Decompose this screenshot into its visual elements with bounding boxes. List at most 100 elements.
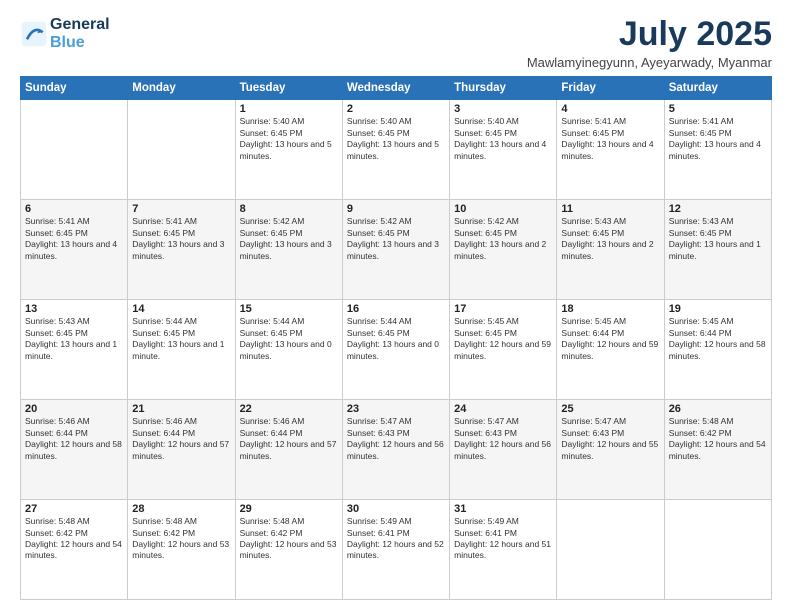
table-row: 4Sunrise: 5:41 AMSunset: 6:45 PMDaylight…	[557, 100, 664, 200]
day-info: Sunrise: 5:41 AMSunset: 6:45 PMDaylight:…	[561, 116, 659, 162]
day-number: 12	[669, 203, 767, 215]
day-info: Sunrise: 5:47 AMSunset: 6:43 PMDaylight:…	[347, 416, 445, 462]
day-number: 26	[669, 403, 767, 415]
day-info: Sunrise: 5:40 AMSunset: 6:45 PMDaylight:…	[454, 116, 552, 162]
day-info: Sunrise: 5:42 AMSunset: 6:45 PMDaylight:…	[347, 216, 445, 262]
day-info: Sunrise: 5:48 AMSunset: 6:42 PMDaylight:…	[669, 416, 767, 462]
day-header-saturday: Saturday	[664, 77, 771, 100]
table-row	[21, 100, 128, 200]
day-number: 14	[132, 303, 230, 315]
day-header-wednesday: Wednesday	[342, 77, 449, 100]
table-row: 9Sunrise: 5:42 AMSunset: 6:45 PMDaylight…	[342, 200, 449, 300]
table-row: 6Sunrise: 5:41 AMSunset: 6:45 PMDaylight…	[21, 200, 128, 300]
table-row: 17Sunrise: 5:45 AMSunset: 6:45 PMDayligh…	[450, 300, 557, 400]
day-number: 29	[240, 503, 338, 515]
day-number: 22	[240, 403, 338, 415]
table-row: 3Sunrise: 5:40 AMSunset: 6:45 PMDaylight…	[450, 100, 557, 200]
day-number: 8	[240, 203, 338, 215]
table-row: 13Sunrise: 5:43 AMSunset: 6:45 PMDayligh…	[21, 300, 128, 400]
day-number: 30	[347, 503, 445, 515]
table-row: 14Sunrise: 5:44 AMSunset: 6:45 PMDayligh…	[128, 300, 235, 400]
day-number: 19	[669, 303, 767, 315]
day-info: Sunrise: 5:43 AMSunset: 6:45 PMDaylight:…	[669, 216, 767, 262]
table-row: 22Sunrise: 5:46 AMSunset: 6:44 PMDayligh…	[235, 400, 342, 500]
logo-icon	[20, 20, 48, 48]
table-row	[664, 500, 771, 600]
day-info: Sunrise: 5:47 AMSunset: 6:43 PMDaylight:…	[561, 416, 659, 462]
day-info: Sunrise: 5:49 AMSunset: 6:41 PMDaylight:…	[454, 516, 552, 562]
day-number: 10	[454, 203, 552, 215]
day-info: Sunrise: 5:44 AMSunset: 6:45 PMDaylight:…	[347, 316, 445, 362]
day-info: Sunrise: 5:45 AMSunset: 6:44 PMDaylight:…	[669, 316, 767, 362]
table-row: 23Sunrise: 5:47 AMSunset: 6:43 PMDayligh…	[342, 400, 449, 500]
day-number: 18	[561, 303, 659, 315]
day-number: 1	[240, 103, 338, 115]
table-row: 11Sunrise: 5:43 AMSunset: 6:45 PMDayligh…	[557, 200, 664, 300]
day-info: Sunrise: 5:49 AMSunset: 6:41 PMDaylight:…	[347, 516, 445, 562]
day-number: 13	[25, 303, 123, 315]
day-number: 21	[132, 403, 230, 415]
day-info: Sunrise: 5:48 AMSunset: 6:42 PMDaylight:…	[240, 516, 338, 562]
day-header-thursday: Thursday	[450, 77, 557, 100]
table-row: 30Sunrise: 5:49 AMSunset: 6:41 PMDayligh…	[342, 500, 449, 600]
day-info: Sunrise: 5:43 AMSunset: 6:45 PMDaylight:…	[25, 316, 123, 362]
day-number: 7	[132, 203, 230, 215]
day-info: Sunrise: 5:43 AMSunset: 6:45 PMDaylight:…	[561, 216, 659, 262]
day-header-friday: Friday	[557, 77, 664, 100]
day-info: Sunrise: 5:44 AMSunset: 6:45 PMDaylight:…	[132, 316, 230, 362]
table-row: 29Sunrise: 5:48 AMSunset: 6:42 PMDayligh…	[235, 500, 342, 600]
day-info: Sunrise: 5:41 AMSunset: 6:45 PMDaylight:…	[25, 216, 123, 262]
day-header-monday: Monday	[128, 77, 235, 100]
day-number: 9	[347, 203, 445, 215]
day-number: 15	[240, 303, 338, 315]
day-number: 25	[561, 403, 659, 415]
day-number: 6	[25, 203, 123, 215]
day-info: Sunrise: 5:42 AMSunset: 6:45 PMDaylight:…	[240, 216, 338, 262]
month-title: July 2025	[527, 16, 772, 53]
day-number: 23	[347, 403, 445, 415]
day-header-sunday: Sunday	[21, 77, 128, 100]
day-info: Sunrise: 5:48 AMSunset: 6:42 PMDaylight:…	[132, 516, 230, 562]
day-info: Sunrise: 5:42 AMSunset: 6:45 PMDaylight:…	[454, 216, 552, 262]
day-info: Sunrise: 5:41 AMSunset: 6:45 PMDaylight:…	[132, 216, 230, 262]
table-row: 10Sunrise: 5:42 AMSunset: 6:45 PMDayligh…	[450, 200, 557, 300]
day-info: Sunrise: 5:41 AMSunset: 6:45 PMDaylight:…	[669, 116, 767, 162]
day-info: Sunrise: 5:46 AMSunset: 6:44 PMDaylight:…	[25, 416, 123, 462]
table-row: 19Sunrise: 5:45 AMSunset: 6:44 PMDayligh…	[664, 300, 771, 400]
table-row: 16Sunrise: 5:44 AMSunset: 6:45 PMDayligh…	[342, 300, 449, 400]
day-number: 11	[561, 203, 659, 215]
day-number: 4	[561, 103, 659, 115]
day-number: 20	[25, 403, 123, 415]
day-number: 17	[454, 303, 552, 315]
day-info: Sunrise: 5:45 AMSunset: 6:44 PMDaylight:…	[561, 316, 659, 362]
subtitle: Mawlamyinegyunn, Ayeyarwady, Myanmar	[527, 55, 772, 70]
table-row: 20Sunrise: 5:46 AMSunset: 6:44 PMDayligh…	[21, 400, 128, 500]
table-row: 18Sunrise: 5:45 AMSunset: 6:44 PMDayligh…	[557, 300, 664, 400]
table-row: 24Sunrise: 5:47 AMSunset: 6:43 PMDayligh…	[450, 400, 557, 500]
table-row	[557, 500, 664, 600]
table-row: 15Sunrise: 5:44 AMSunset: 6:45 PMDayligh…	[235, 300, 342, 400]
day-info: Sunrise: 5:47 AMSunset: 6:43 PMDaylight:…	[454, 416, 552, 462]
day-info: Sunrise: 5:44 AMSunset: 6:45 PMDaylight:…	[240, 316, 338, 362]
table-row: 2Sunrise: 5:40 AMSunset: 6:45 PMDaylight…	[342, 100, 449, 200]
day-number: 2	[347, 103, 445, 115]
logo: General Blue	[20, 16, 110, 53]
logo-line1: General	[50, 16, 110, 34]
day-info: Sunrise: 5:40 AMSunset: 6:45 PMDaylight:…	[240, 116, 338, 162]
day-number: 27	[25, 503, 123, 515]
day-info: Sunrise: 5:45 AMSunset: 6:45 PMDaylight:…	[454, 316, 552, 362]
day-number: 31	[454, 503, 552, 515]
table-row: 1Sunrise: 5:40 AMSunset: 6:45 PMDaylight…	[235, 100, 342, 200]
table-row: 28Sunrise: 5:48 AMSunset: 6:42 PMDayligh…	[128, 500, 235, 600]
day-header-tuesday: Tuesday	[235, 77, 342, 100]
day-info: Sunrise: 5:46 AMSunset: 6:44 PMDaylight:…	[240, 416, 338, 462]
day-number: 28	[132, 503, 230, 515]
day-number: 24	[454, 403, 552, 415]
table-row: 12Sunrise: 5:43 AMSunset: 6:45 PMDayligh…	[664, 200, 771, 300]
day-info: Sunrise: 5:48 AMSunset: 6:42 PMDaylight:…	[25, 516, 123, 562]
title-block: July 2025 Mawlamyinegyunn, Ayeyarwady, M…	[527, 16, 772, 70]
day-number: 3	[454, 103, 552, 115]
table-row: 8Sunrise: 5:42 AMSunset: 6:45 PMDaylight…	[235, 200, 342, 300]
table-row: 27Sunrise: 5:48 AMSunset: 6:42 PMDayligh…	[21, 500, 128, 600]
table-row: 26Sunrise: 5:48 AMSunset: 6:42 PMDayligh…	[664, 400, 771, 500]
